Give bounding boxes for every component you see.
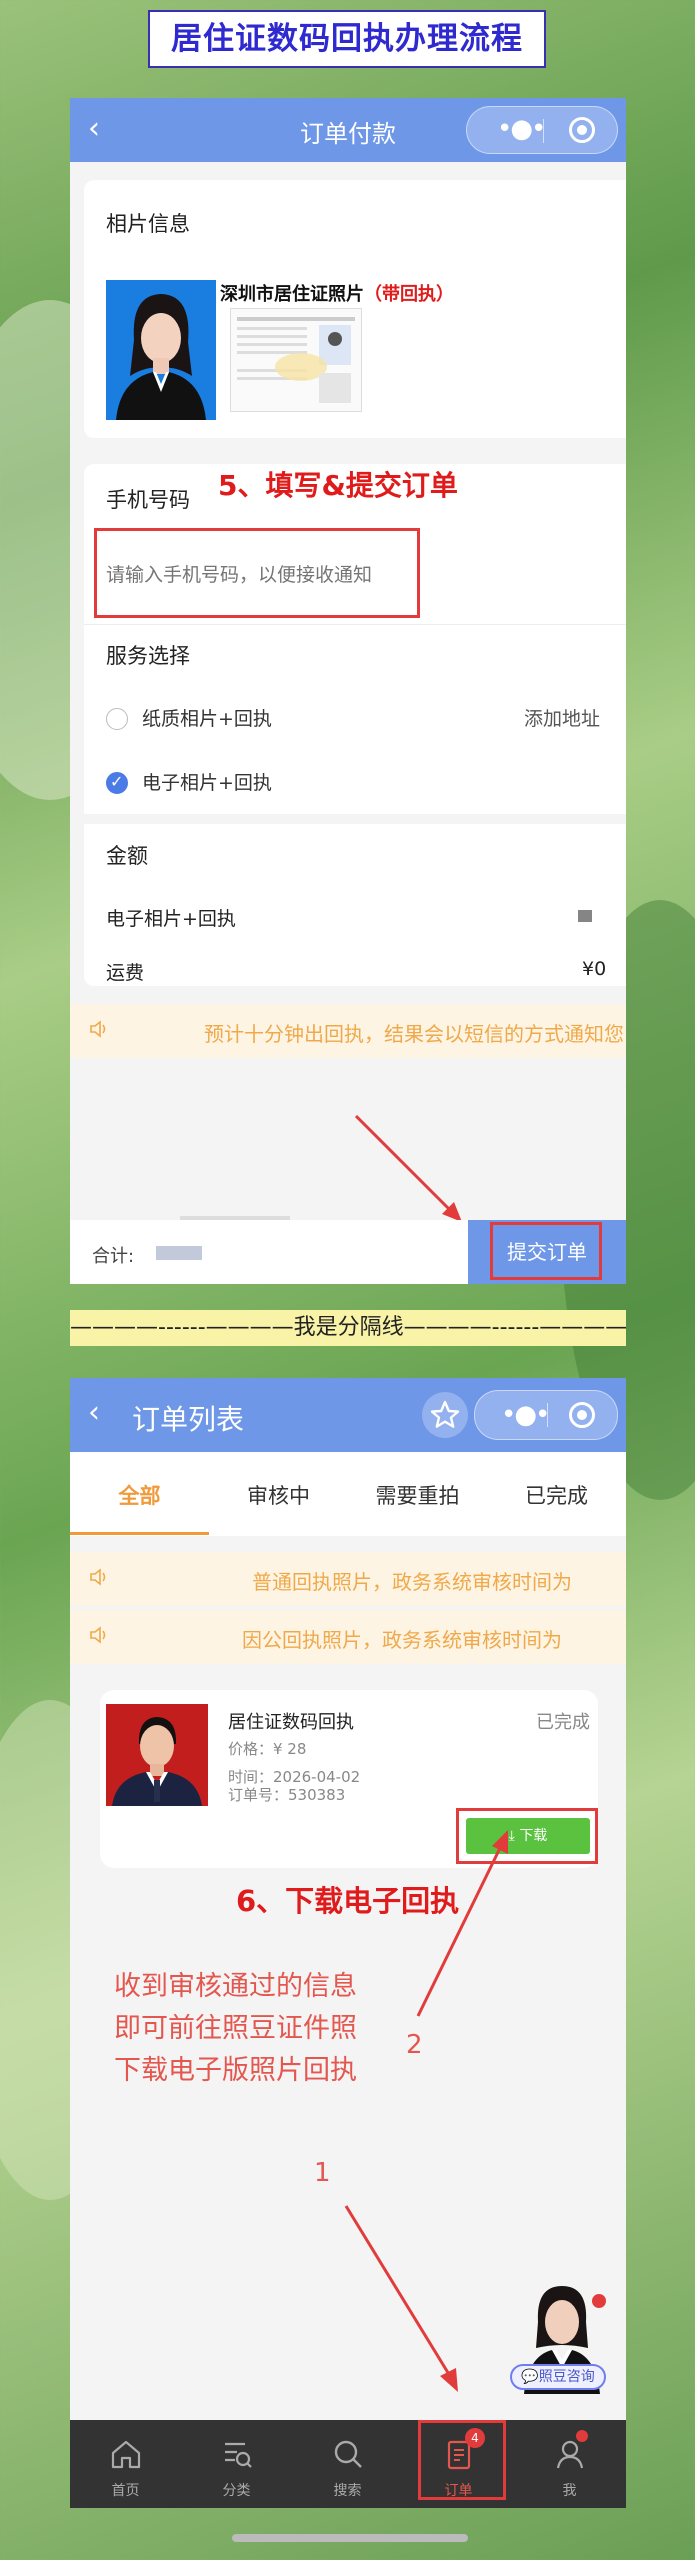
bottom-tab-bar: 首页 分类 搜索 4 订单 我 — [70, 2420, 626, 2508]
speaker-icon — [90, 1626, 106, 1644]
order-status: 已完成 — [536, 1712, 590, 1733]
order-photo — [106, 1704, 208, 1806]
add-address-link[interactable]: 添加地址 — [524, 704, 600, 731]
receipt-thumbnail — [230, 308, 362, 412]
mini-program-capsule: •●• — [466, 106, 618, 154]
tabbar-label: 首页 — [111, 2483, 140, 2499]
service-option-paper[interactable]: 纸质相片+回执 — [142, 704, 272, 731]
tabbar-label: 分类 — [222, 2483, 251, 2499]
close-target-icon[interactable] — [569, 1402, 595, 1428]
annotation-number-1: 1 — [314, 2158, 331, 2188]
divider-line — [84, 624, 626, 625]
more-icon[interactable]: •●• — [497, 113, 546, 145]
annotation-arrow — [344, 2205, 458, 2392]
tab-retake[interactable]: 需要重拍 — [348, 1480, 487, 1510]
phone-label: 手机号码 — [106, 488, 190, 512]
photo-info-card: 相片信息 深圳市居住证照片（带回执） — [84, 180, 626, 438]
tabbar-label: 我 — [562, 2483, 577, 2499]
amount-row-label: 电子相片+回执 — [106, 908, 236, 930]
mini-program-capsule: •●• — [474, 1390, 618, 1440]
amount-label: 金额 — [106, 844, 148, 868]
favorite-star-icon[interactable] — [422, 1392, 468, 1438]
annotation-arrow — [416, 1830, 508, 2017]
speaker-icon — [90, 1020, 106, 1038]
active-tab-indicator — [70, 1532, 209, 1535]
submit-highlight-box — [490, 1222, 602, 1280]
speaker-icon — [90, 1568, 106, 1586]
consult-avatar[interactable]: 💬照豆咨询 — [510, 2278, 610, 2394]
phone-input[interactable] — [104, 554, 418, 596]
notice-text: 因公回执照片，政务系统审核时间为 — [242, 1628, 562, 1652]
form-card: 5、填写&提交订单 手机号码 服务选择 纸质相片+回执 添加地址 电子相片+回执… — [84, 464, 626, 986]
total-label: 合计: — [92, 1246, 135, 1267]
total-value-blur — [156, 1246, 202, 1260]
order-number: 订单号：530383 — [228, 1786, 346, 1804]
navbar: ‹ 订单付款 •●• — [70, 98, 626, 162]
order-tab-highlight-box — [418, 2420, 506, 2500]
bottom-bar: 合计: 提交订单 — [70, 1216, 626, 1284]
divider-line — [84, 814, 626, 824]
bar-shadow — [180, 1216, 290, 1220]
close-target-icon[interactable] — [569, 117, 595, 143]
annotation-number-2: 2 — [406, 2030, 423, 2060]
separator-banner: ————------————我是分隔线————------———— — [70, 1310, 626, 1346]
notice-bar: 因公回执照片，政务系统审核时间为 — [70, 1610, 626, 1664]
order-list-screen: ‹ 订单列表 •●• 全部 审核中 需要重拍 已完成 普通回执照片，政务系统审核… — [70, 1378, 626, 2508]
notification-dot — [592, 2294, 606, 2308]
order-pay-screen: ‹ 订单付款 •●• 相片信息 深圳市居住证照片（带回执） 5、填写&提交订单 … — [70, 98, 626, 1284]
home-indicator — [232, 2534, 468, 2542]
service-label: 服务选择 — [106, 644, 190, 668]
order-tabs: 全部 审核中 需要重拍 已完成 — [70, 1452, 626, 1536]
service-option-electronic[interactable]: 电子相片+回执 — [142, 768, 272, 795]
capsule-separator — [543, 119, 544, 143]
radio-electronic[interactable] — [106, 772, 128, 794]
consult-label-text: 照豆咨询 — [538, 2369, 595, 2385]
tabbar-label: 搜索 — [333, 2483, 362, 2499]
notice-text: 预计十分钟出回执，结果会以短信的方式通知您 — [204, 1022, 624, 1046]
tabbar-me[interactable]: 我 — [514, 2420, 625, 2508]
notice-bar: 预计十分钟出回执，结果会以短信的方式通知您 — [70, 1004, 626, 1058]
radio-paper[interactable] — [106, 708, 128, 730]
tabbar-category[interactable]: 分类 — [181, 2420, 292, 2508]
capsule-separator — [547, 1403, 548, 1427]
order-title: 居住证数码回执 — [228, 1712, 354, 1733]
amount-row-label: 运费 — [106, 962, 145, 984]
product-name: 深圳市居住证照片（带回执） — [220, 280, 454, 306]
photo-info-label: 相片信息 — [106, 212, 190, 236]
tabbar-search[interactable]: 搜索 — [292, 2420, 403, 2508]
notice-bar: 普通回执照片，政务系统审核时间为 — [70, 1552, 626, 1606]
consult-label[interactable]: 💬照豆咨询 — [510, 2364, 606, 2390]
product-name-text: 深圳市居住证照片 — [220, 284, 364, 305]
tab-reviewing[interactable]: 审核中 — [209, 1480, 348, 1510]
amount-value-blur — [578, 910, 592, 922]
tab-completed[interactable]: 已完成 — [487, 1480, 626, 1510]
category-icon — [225, 2442, 252, 2468]
home-icon — [111, 2440, 141, 2469]
tabbar-home[interactable]: 首页 — [70, 2420, 181, 2508]
product-tag: （带回执） — [364, 284, 454, 305]
annotation-arrow — [354, 1114, 462, 1222]
order-card[interactable]: 居住证数码回执 已完成 价格：¥ 28 时间：2026-04-02 订单号：53… — [100, 1690, 598, 1868]
nav-title: 订单列表 — [132, 1403, 245, 1436]
notice-text: 普通回执照片，政务系统审核时间为 — [252, 1570, 572, 1594]
back-button[interactable]: ‹ — [88, 1396, 100, 1430]
page-title: 居住证数码回执办理流程 — [148, 10, 546, 68]
navbar: ‹ 订单列表 •●• — [70, 1378, 626, 1452]
tab-all[interactable]: 全部 — [70, 1480, 209, 1510]
order-price: 价格：¥ 28 — [228, 1740, 307, 1758]
search-icon — [334, 2440, 362, 2468]
person-photo — [106, 280, 216, 420]
step5-annotation: 5、填写&提交订单 — [218, 469, 458, 502]
chat-icon: 💬 — [521, 2369, 539, 2385]
more-icon[interactable]: •●• — [501, 1399, 550, 1431]
notification-dot — [576, 2430, 588, 2442]
instruction-text: 收到审核通过的信息 即可前往照豆证件照 下载电子版照片回执 — [114, 1971, 357, 2086]
shipping-value: ¥0 — [582, 958, 607, 980]
